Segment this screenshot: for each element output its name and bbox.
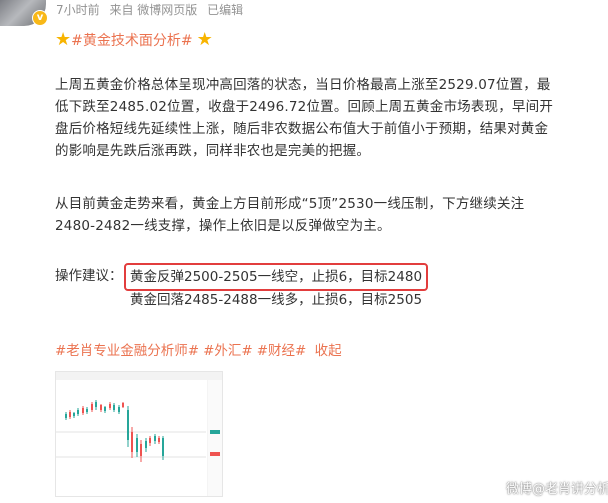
post-title: ★ #黄金技术面分析# ★: [55, 29, 213, 51]
advice-item: 黄金回落2485-2488一线多，止损6，目标2505: [130, 292, 423, 308]
candlestick-chart-image: [56, 372, 222, 496]
verified-badge-icon: v: [32, 10, 48, 26]
post-source: 来自 微博网页版: [109, 3, 198, 17]
advice-label: 操作建议：: [55, 268, 123, 284]
watermark: 微博@老肖讲分析: [506, 482, 608, 497]
text-line: 盘后价格短线先延续性上涨，随后非农数据公布值大于前值小于预期，结果对黄金: [55, 121, 549, 137]
paragraph-2: 从目前黄金走势来看，黄金上方目前形成“5顶”2530一线压制，下方继续关注 24…: [55, 193, 600, 237]
text-line: 的影响是先跌后涨再跌，同样非农也是完美的把握。: [55, 143, 371, 159]
text-line: 上周五黄金价格总体呈现冲高回落的状态，当日价格最高上涨至2529.07位置，最: [55, 77, 551, 93]
tag-link[interactable]: #外汇#: [203, 343, 253, 359]
advice-item-highlighted: 黄金反弹2500-2505一线空，止损6，目标2480: [124, 263, 429, 291]
post-time[interactable]: 7小时前: [56, 3, 100, 17]
paragraph-1: 上周五黄金价格总体呈现冲高回落的状态，当日价格最高上涨至2529.07位置，最 …: [55, 74, 600, 162]
star-icon: ★: [196, 29, 213, 50]
chart-image-thumbnail[interactable]: [55, 371, 223, 497]
topic-tag-link[interactable]: #黄金技术面分析#: [71, 30, 192, 50]
star-icon: ★: [55, 29, 72, 50]
collapse-link[interactable]: 收起: [315, 343, 342, 359]
tag-link[interactable]: #老肖专业金融分析师#: [55, 343, 199, 359]
edited-label[interactable]: 已编辑: [207, 3, 243, 17]
post-meta: 7小时前 来自 微博网页版 已编辑: [56, 1, 249, 18]
text-line: 2480-2482一线支撑，操作上依旧是以反弹做空为主。: [55, 218, 391, 234]
text-line: 从目前黄金走势来看，黄金上方目前形成“5顶”2530一线压制，下方继续关注: [55, 196, 525, 212]
text-line: 低下跌至2485.02位置，收盘于2496.72位置。回顾上周五黄金市场表现，早…: [55, 99, 554, 115]
avatar[interactable]: v: [0, 0, 48, 26]
tag-link[interactable]: #财经#: [257, 343, 307, 359]
tag-list: #老肖专业金融分析师# #外汇# #财经# 收起: [55, 340, 342, 362]
